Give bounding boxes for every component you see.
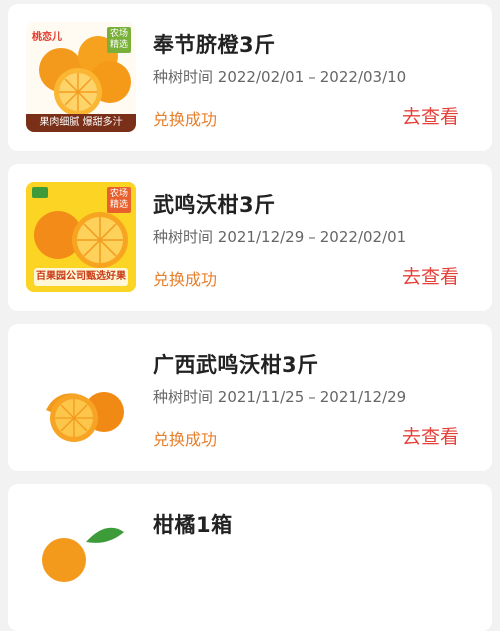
view-button[interactable]: 去查看 bbox=[402, 102, 459, 129]
orange-image bbox=[26, 342, 136, 452]
planting-period: 种树时间 2021/12/29–2022/02/01 bbox=[153, 226, 406, 247]
period-start: 2021/11/25 bbox=[217, 388, 305, 406]
planting-period: 种树时间 2021/11/25–2021/12/29 bbox=[153, 386, 406, 407]
product-title: 柑橘1箱 bbox=[153, 513, 233, 537]
exchange-record-list: 桃恋儿 农场精选 果肉细腻 爆甜多汁 奉节脐橙3斤 种树时间 2022/02/0… bbox=[0, 0, 500, 631]
view-button[interactable]: 去查看 bbox=[402, 422, 459, 449]
order-card[interactable]: 桃恋儿 农场精选 果肉细腻 爆甜多汁 奉节脐橙3斤 种树时间 2022/02/0… bbox=[8, 4, 492, 151]
period-end: 2022/03/10 bbox=[319, 68, 407, 86]
order-card[interactable]: 农场精选 百果园公司甄选好果 武鸣沃柑3斤 种树时间 2021/12/29–20… bbox=[8, 164, 492, 311]
product-title: 奉节脐橙3斤 bbox=[153, 33, 276, 57]
period-start: 2022/02/01 bbox=[217, 68, 305, 86]
farm-select-badge: 农场精选 bbox=[107, 187, 131, 213]
product-image bbox=[26, 502, 136, 612]
brand-logo: 桃恋儿 bbox=[32, 32, 62, 43]
period-label: 种树时间 bbox=[153, 228, 214, 246]
period-end: 2022/02/01 bbox=[319, 228, 407, 246]
period-label: 种树时间 bbox=[153, 68, 214, 86]
product-image: 桃恋儿 农场精选 果肉细腻 爆甜多汁 bbox=[26, 22, 136, 132]
product-image bbox=[26, 342, 136, 452]
period-separator: – bbox=[308, 388, 316, 406]
product-slogan-banner: 果肉细腻 爆甜多汁 bbox=[26, 114, 136, 132]
product-title: 武鸣沃柑3斤 bbox=[153, 193, 276, 217]
exchange-status: 兑换成功 bbox=[153, 430, 218, 449]
period-separator: – bbox=[308, 68, 316, 86]
period-separator: – bbox=[308, 228, 316, 246]
period-end: 2021/12/29 bbox=[319, 388, 407, 406]
order-card[interactable]: 广西武鸣沃柑3斤 种树时间 2021/11/25–2021/12/29 兑换成功… bbox=[8, 324, 492, 471]
farm-select-badge: 农场精选 bbox=[107, 27, 131, 53]
period-label: 种树时间 bbox=[153, 388, 214, 406]
planting-period: 种树时间 2022/02/01–2022/03/10 bbox=[153, 66, 406, 87]
product-slogan-banner: 百果园公司甄选好果 bbox=[34, 268, 128, 286]
exchange-status: 兑换成功 bbox=[153, 270, 218, 289]
exchange-status: 兑换成功 bbox=[153, 110, 218, 129]
order-card[interactable]: 柑橘1箱 bbox=[8, 484, 492, 631]
period-start: 2021/12/29 bbox=[217, 228, 305, 246]
view-button[interactable]: 去查看 bbox=[402, 262, 459, 289]
product-image: 农场精选 百果园公司甄选好果 bbox=[26, 182, 136, 292]
product-title: 广西武鸣沃柑3斤 bbox=[153, 353, 319, 377]
orange-image bbox=[26, 502, 136, 612]
